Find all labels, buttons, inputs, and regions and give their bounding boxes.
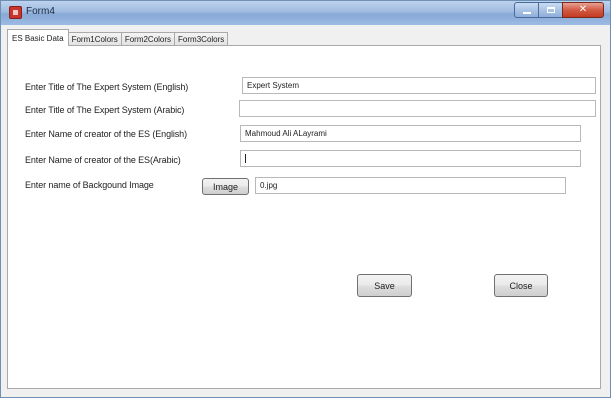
maximize-icon [546, 7, 555, 13]
title-english-input[interactable] [242, 77, 596, 94]
save-button[interactable]: Save [357, 274, 412, 297]
tab-es-basic-data[interactable]: ES Basic Data [7, 29, 69, 46]
creator-arabic-label: Enter Name of creator of the ES(Arabic) [25, 155, 181, 165]
tab-form1colors[interactable]: Form1Colors [67, 32, 122, 46]
creator-english-label: Enter Name of creator of the ES (English… [25, 129, 187, 139]
title-english-label: Enter Title of The Expert System (Englis… [25, 82, 189, 92]
close-icon: ✕ [578, 4, 588, 15]
caption-buttons: ✕ [514, 2, 604, 18]
title-arabic-label: Enter Title of The Expert System (Arabic… [25, 105, 185, 115]
minimize-button[interactable] [514, 2, 538, 18]
close-window-button[interactable]: ✕ [562, 2, 604, 18]
form-app-icon[interactable] [9, 6, 22, 19]
title-bar[interactable]: Form4 ✕ [1, 1, 610, 25]
form-window: Form4 ✕ ES Basic Data Form1Colors Form2C… [0, 0, 611, 398]
minimize-icon [522, 12, 531, 14]
creator-arabic-input[interactable] [240, 150, 581, 167]
tab-form3colors[interactable]: Form3Colors [174, 32, 229, 46]
tab-page-es-basic-data: Enter Title of The Expert System (Englis… [7, 45, 601, 389]
maximize-button[interactable] [538, 2, 562, 18]
tab-strip: ES Basic Data Form1Colors Form2Colors Fo… [7, 29, 229, 46]
image-browse-button[interactable]: Image [202, 178, 249, 195]
background-image-label: Enter name of Backgound Image [25, 180, 154, 190]
close-button[interactable]: Close [494, 274, 548, 297]
window-title: Form4 [26, 6, 55, 17]
text-caret [245, 154, 246, 163]
title-arabic-input[interactable] [239, 100, 596, 117]
creator-english-input[interactable] [240, 125, 581, 142]
tab-form2colors[interactable]: Form2Colors [120, 32, 176, 46]
background-image-input[interactable] [255, 177, 566, 194]
